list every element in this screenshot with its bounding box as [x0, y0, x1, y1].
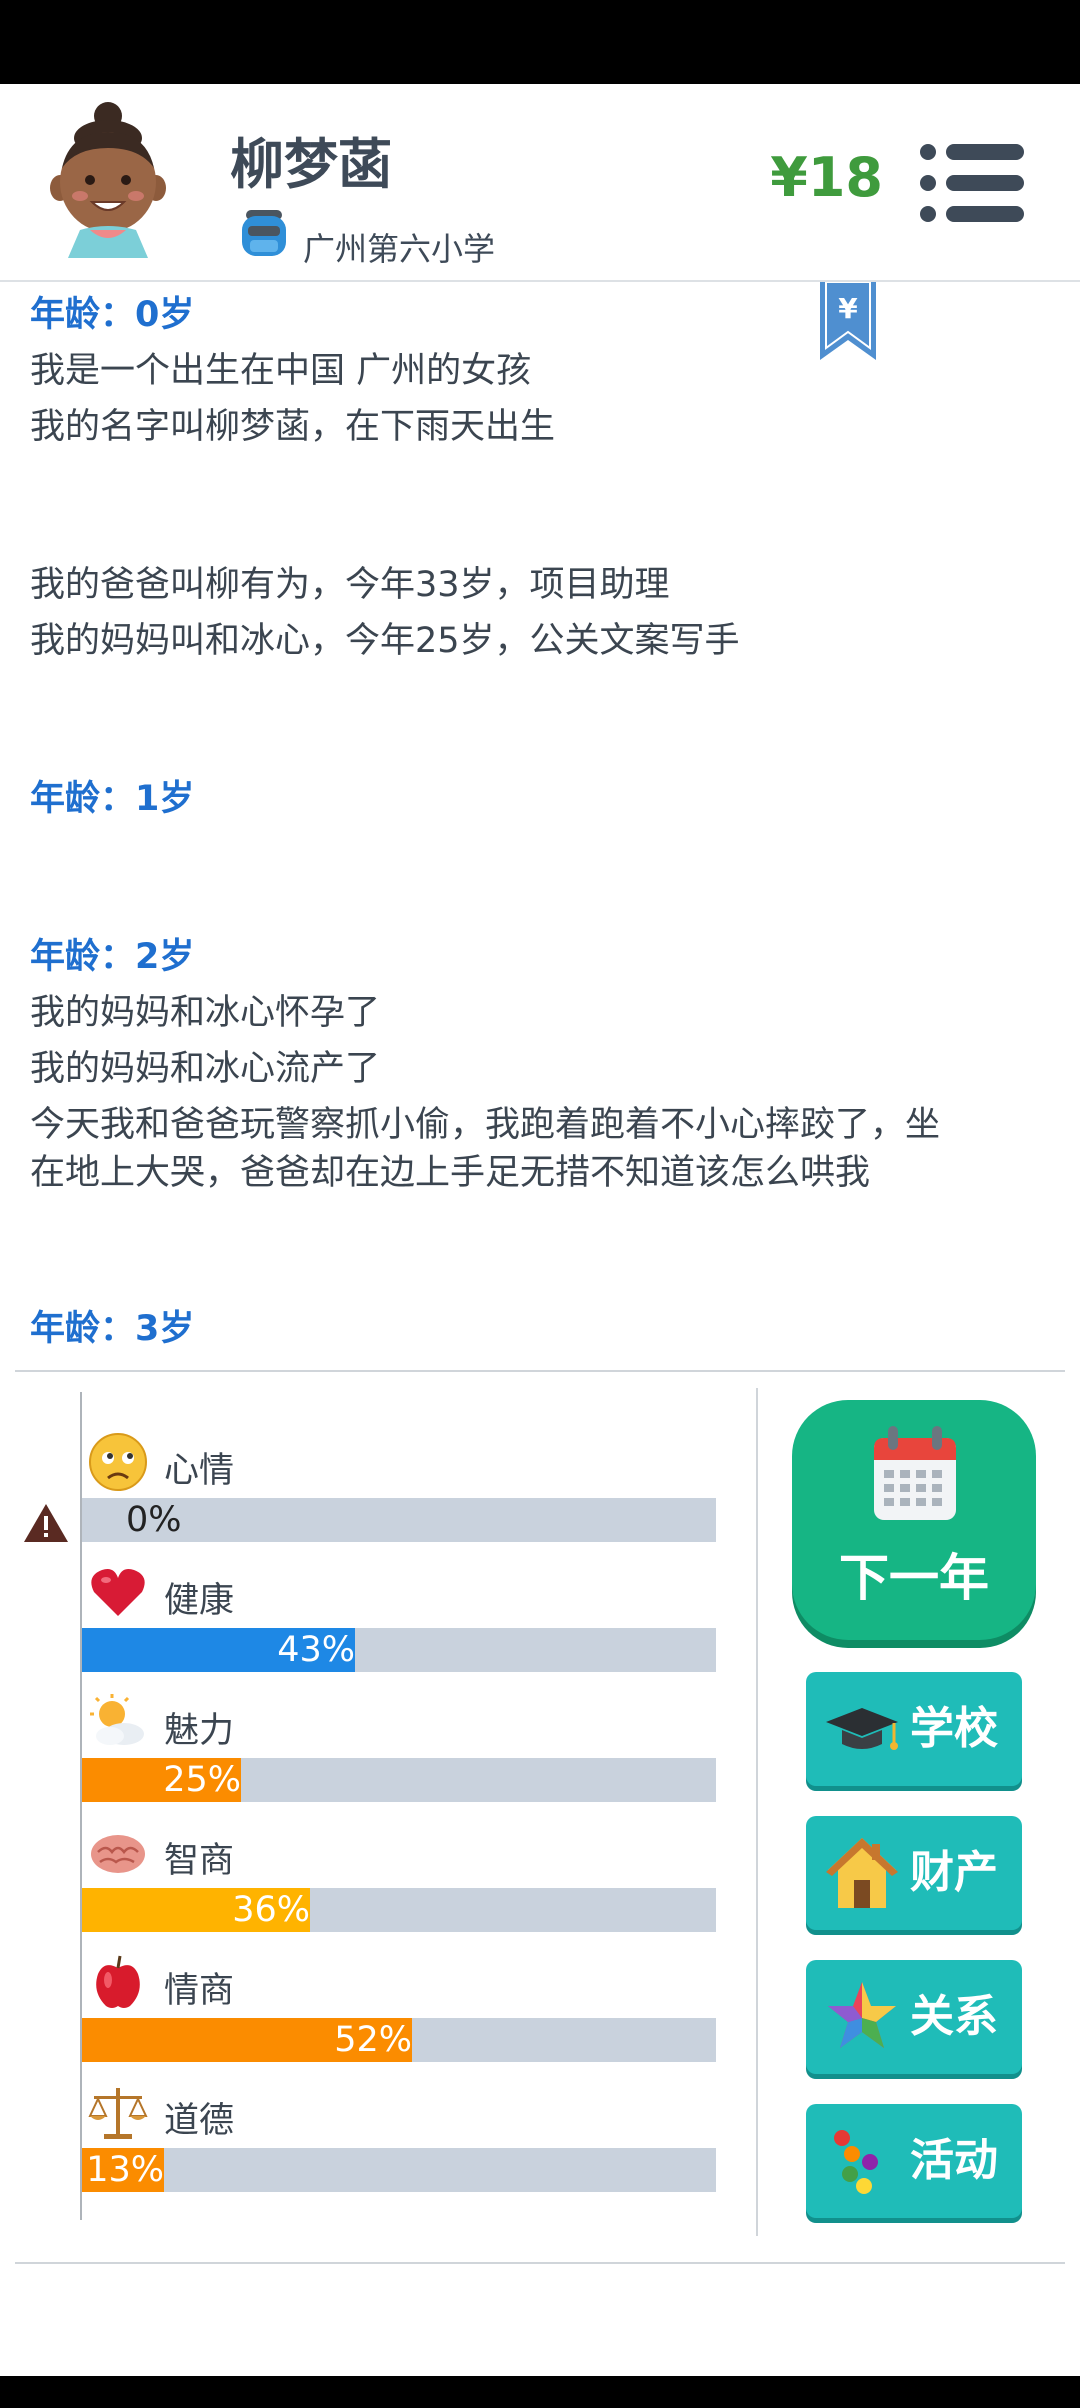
stat-bar: 36%: [82, 1888, 716, 1932]
stat-bar: 25%: [82, 1758, 716, 1802]
school-button[interactable]: 学校: [806, 1672, 1022, 1786]
school-name: 广州第六小学: [303, 230, 496, 268]
stat-value: 0%: [126, 1500, 182, 1540]
heart-icon: [91, 1569, 145, 1616]
log-entry: 我的妈妈叫和冰心，今年25岁，公关文案写手: [30, 621, 740, 661]
status-bar: [0, 0, 1080, 84]
log-entry: 今天我和爸爸玩警察抓小偷，我跑着跑着不小心摔跤了，坐: [30, 1105, 941, 1145]
apple-icon: [96, 1955, 140, 2008]
profile-header: 柳梦菡 广州第六小学 ¥18: [0, 84, 1080, 281]
stat-eq: 情商 52%: [82, 1952, 716, 2082]
relations-button[interactable]: 关系: [806, 1960, 1022, 2074]
activities-button-label: 活动: [910, 2135, 998, 2186]
stat-mood: 心情 0%: [82, 1432, 716, 1562]
house-icon: [826, 1838, 898, 1908]
brain-icon: [91, 1835, 145, 1873]
stat-bar: 13%: [82, 2148, 716, 2192]
stat-health: 健康 43%: [82, 1562, 716, 1692]
menu-icon[interactable]: [918, 140, 1026, 226]
log-age-heading: 年龄：2岁: [30, 937, 195, 977]
next-year-label: 下一年: [839, 1549, 989, 1607]
scales-icon: [88, 2088, 148, 2139]
stat-label: 心情: [164, 1451, 235, 1491]
stat-value: 25%: [163, 1760, 241, 1800]
money-balance: ¥18: [770, 146, 883, 209]
log-entry: 我的妈妈和冰心怀孕了: [30, 993, 381, 1033]
warning-icon: [24, 1504, 68, 1542]
panel-separator: [756, 1388, 758, 2236]
log-entry: 我的爸爸叫柳有为，今年33岁，项目助理: [30, 565, 670, 605]
navigation-bar: [0, 2376, 1080, 2408]
player-name: 柳梦菡: [230, 133, 392, 196]
stat-value: 43%: [277, 1630, 355, 1670]
log-entry: 我是一个出生在中国 广州的女孩: [30, 351, 532, 391]
stat-label: 道德: [164, 2101, 235, 2141]
yen-symbol: ¥: [838, 292, 858, 325]
stat-bar: 0%: [82, 1498, 716, 1542]
yen-bookmark-icon[interactable]: ¥: [820, 282, 876, 360]
avatar: [50, 102, 166, 258]
assets-button-label: 财产: [910, 1847, 998, 1898]
stat-value: 13%: [86, 2150, 164, 2190]
calendar-icon: [874, 1426, 956, 1520]
graduation-cap-icon: [826, 1708, 898, 1750]
log-entry: 我的名字叫柳梦菡，在下雨天出生: [30, 407, 556, 447]
panel-divider: [15, 1370, 1065, 1372]
backpack-icon: [242, 210, 286, 256]
assets-button[interactable]: 财产: [806, 1816, 1022, 1930]
stat-charm: 魅力 25%: [82, 1692, 716, 1822]
sad-face-icon: [89, 1433, 147, 1491]
stat-value: 36%: [232, 1890, 310, 1930]
stat-label: 情商: [164, 1971, 235, 2011]
school-button-label: 学校: [910, 1703, 998, 1754]
stat-label: 健康: [164, 1581, 235, 1621]
log-age-heading: 年龄：1岁: [30, 779, 195, 819]
stat-bar: 43%: [82, 1628, 716, 1672]
stat-bar: 52%: [82, 2018, 716, 2062]
log-age-heading: 年龄：3岁: [30, 1309, 195, 1349]
activities-button[interactable]: 活动: [806, 2104, 1022, 2218]
life-log[interactable]: 年龄：0岁 我是一个出生在中国 广州的女孩 我的名字叫柳梦菡，在下雨天出生 我的…: [30, 282, 1050, 1370]
log-entry: 在地上大哭，爸爸却在边上手足无措不知道该怎么哄我: [30, 1153, 871, 1193]
activity-dots-icon: [834, 2130, 878, 2194]
stat-intelligence: 智商 36%: [82, 1822, 716, 1952]
star-icon: [828, 1982, 896, 2048]
stat-value: 52%: [334, 2020, 412, 2060]
log-entry: 我的妈妈和冰心流产了: [30, 1049, 381, 1089]
relations-button-label: 关系: [910, 1991, 998, 2042]
stat-morality: 道德 13%: [82, 2082, 716, 2212]
log-age-heading: 年龄：0岁: [30, 295, 195, 335]
stat-label: 智商: [164, 1841, 235, 1881]
sun-cloud-icon: [90, 1694, 144, 1745]
bottom-divider: [15, 2262, 1065, 2264]
next-year-button[interactable]: 下一年: [792, 1400, 1036, 1640]
stat-label: 魅力: [164, 1711, 235, 1751]
